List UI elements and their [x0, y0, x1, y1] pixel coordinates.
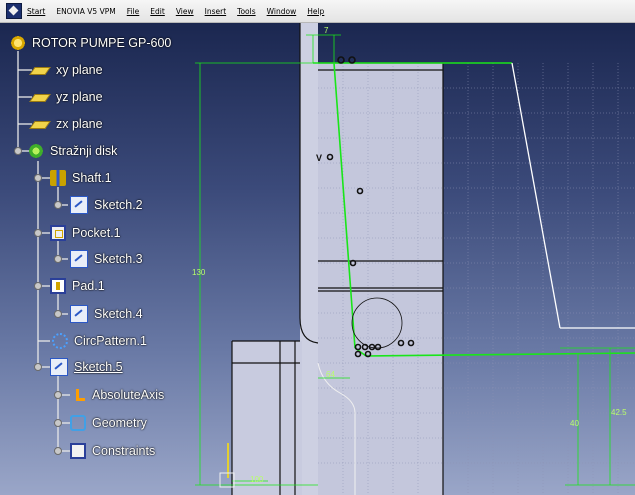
menu-bar: Start ENOVIA V5 VPM File Edit View Inser…	[0, 0, 635, 23]
tree-item-absolute-axis[interactable]: AbsoluteAxis	[70, 385, 164, 405]
menu-window[interactable]: Window	[267, 7, 297, 16]
catia-logo-icon[interactable]	[6, 3, 22, 19]
dimension-40[interactable]: 40	[570, 419, 579, 428]
dimension-7[interactable]: 7	[324, 26, 328, 35]
tree-root-part[interactable]: ROTOR PUMPE GP-600	[10, 33, 171, 53]
tree-item-sketch-2[interactable]: Sketch.2	[70, 195, 143, 215]
tree-item-shaft[interactable]: Shaft.1	[50, 168, 112, 188]
pocket-icon	[50, 225, 66, 241]
sketch-icon	[70, 305, 88, 323]
expand-collapse-icon[interactable]	[34, 229, 42, 237]
menu-edit[interactable]: Edit	[150, 7, 165, 16]
tree-item-xy-plane[interactable]: xy plane	[29, 60, 103, 80]
menu-view[interactable]: View	[176, 7, 194, 16]
expand-collapse-icon[interactable]	[34, 174, 42, 182]
tree-item-geometry[interactable]: Geometry	[70, 413, 147, 433]
expand-collapse-icon[interactable]	[34, 363, 42, 371]
sketch-icon	[70, 250, 88, 268]
tree-label: Sketch.3	[94, 252, 143, 266]
tree-label: yz plane	[56, 90, 103, 104]
dimension-bottom[interactable]: 100	[250, 475, 263, 484]
circular-pattern-icon	[52, 333, 68, 349]
plane-icon	[29, 94, 51, 102]
plane-icon	[29, 121, 51, 129]
tree-label: Geometry	[92, 416, 147, 430]
shaft-icon	[50, 170, 66, 186]
tree-item-constraints[interactable]: Constraints	[70, 441, 155, 461]
tree-item-sketch-3[interactable]: Sketch.3	[70, 249, 143, 269]
menu-enovia[interactable]: ENOVIA V5 VPM	[56, 7, 115, 16]
plane-icon	[29, 67, 51, 75]
expand-collapse-icon[interactable]	[54, 255, 62, 263]
part-face-narrow	[300, 23, 318, 495]
body-icon	[28, 143, 44, 159]
specification-tree[interactable]: ROTOR PUMPE GP-600 xy plane yz plane zx …	[0, 23, 230, 495]
sketch-icon	[70, 196, 88, 214]
tree-label: CircPattern.1	[74, 334, 147, 348]
expand-collapse-icon[interactable]	[54, 391, 62, 399]
sketch-icon	[50, 358, 68, 376]
expand-collapse-icon[interactable]	[54, 447, 62, 455]
menu-tools[interactable]: Tools	[237, 7, 255, 16]
expand-collapse-icon[interactable]	[14, 147, 22, 155]
expand-collapse-icon[interactable]	[54, 310, 62, 318]
tree-label: Pad.1	[72, 279, 105, 293]
tree-item-yz-plane[interactable]: yz plane	[29, 87, 103, 107]
tree-label: Pocket.1	[72, 226, 121, 240]
part-face-lower	[232, 341, 302, 495]
tree-label: Shaft.1	[72, 171, 112, 185]
tree-item-sketch-4[interactable]: Sketch.4	[70, 304, 143, 324]
tree-item-pocket[interactable]: Pocket.1	[50, 223, 121, 243]
svg-text:V: V	[316, 153, 322, 163]
constraints-icon	[70, 443, 86, 459]
part-face-main	[318, 63, 443, 495]
menu-start[interactable]: Start	[27, 7, 45, 16]
pad-icon	[50, 278, 66, 294]
menu-insert[interactable]: Insert	[205, 7, 227, 16]
dimension-42-5[interactable]: 42.5	[611, 408, 627, 417]
tree-label-root: ROTOR PUMPE GP-600	[32, 36, 172, 50]
expand-collapse-icon[interactable]	[54, 419, 62, 427]
menu-file[interactable]: File	[127, 7, 140, 16]
geometry-icon	[70, 415, 86, 431]
expand-collapse-icon[interactable]	[54, 201, 62, 209]
tree-label: Sketch.4	[94, 307, 143, 321]
expand-collapse-icon[interactable]	[34, 282, 42, 290]
tree-item-sketch-5[interactable]: Sketch.5	[50, 357, 123, 377]
axis-icon	[70, 387, 86, 403]
tree-label: Constraints	[92, 444, 156, 458]
3d-viewport[interactable]: V 7 130 64 40 42.5 100 ROTOR PUMPE GP-60…	[0, 23, 635, 495]
tree-label: Stražnji disk	[50, 144, 118, 158]
menu-help[interactable]: Help	[307, 7, 324, 16]
part-gear-icon	[10, 35, 26, 51]
tree-item-pad[interactable]: Pad.1	[50, 276, 105, 296]
tree-item-zx-plane[interactable]: zx plane	[29, 114, 103, 134]
tree-label: xy plane	[56, 63, 103, 77]
dimension-64[interactable]: 64	[326, 370, 335, 379]
tree-label: Sketch.5	[74, 360, 123, 374]
tree-label: Sketch.2	[94, 198, 143, 212]
tree-label: AbsoluteAxis	[92, 388, 165, 402]
tree-item-body[interactable]: Stražnji disk	[28, 141, 117, 161]
tree-label: zx plane	[56, 117, 103, 131]
tree-item-circpattern[interactable]: CircPattern.1	[52, 331, 147, 351]
